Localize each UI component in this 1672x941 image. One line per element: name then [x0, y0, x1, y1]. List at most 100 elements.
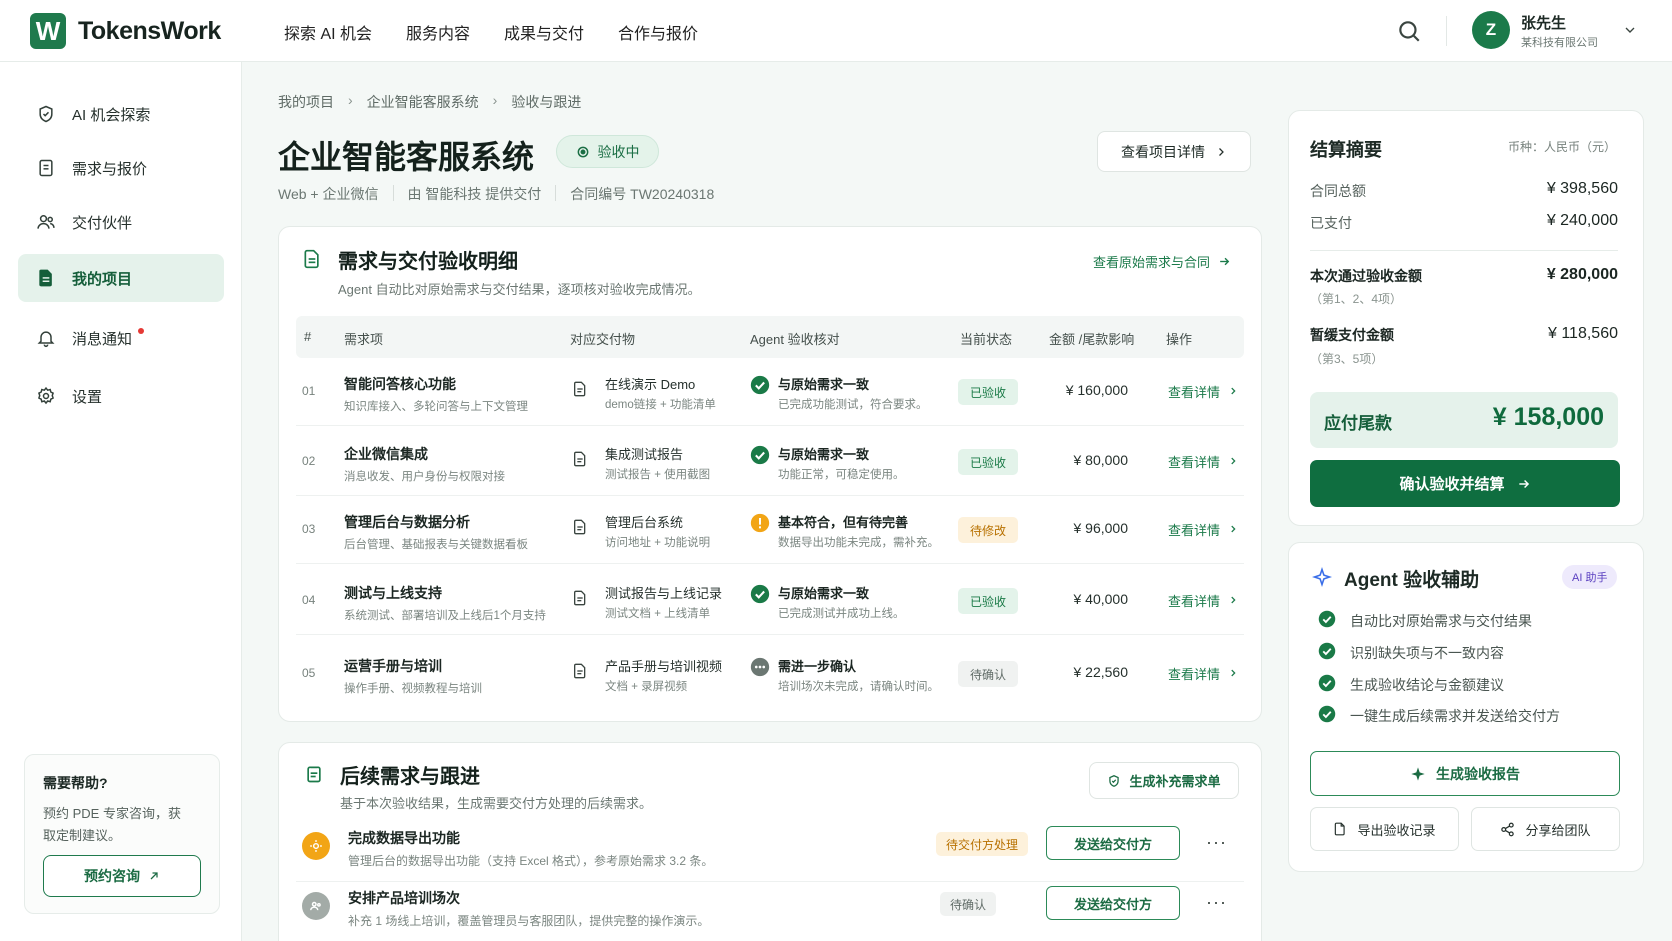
send-to-provider-button[interactable]: 发送给交付方	[1046, 886, 1180, 920]
chevron-right-icon	[1228, 522, 1238, 537]
check-note: 功能正常，可稳定使用。	[778, 469, 905, 481]
book-consult-label: 预约咨询	[84, 868, 140, 884]
team-icon	[302, 892, 330, 920]
generate-supplement-button[interactable]: 生成补充需求单	[1089, 762, 1239, 799]
confirm-settle-button[interactable]: 确认验收并结算	[1310, 460, 1620, 507]
column-header: 操作	[1166, 332, 1193, 347]
share-team-label: 分享给团队	[1525, 822, 1591, 838]
sidebar-item-notifications[interactable]: 消息通知	[18, 314, 224, 362]
agent-feature-label: 自动比对原始需求与交付结果	[1350, 612, 1532, 629]
chevron-right-icon	[1219, 147, 1224, 156]
check-circle-icon	[750, 445, 770, 465]
generate-report-label: 生成验收报告	[1436, 765, 1520, 782]
chevron-down-icon[interactable]	[1622, 22, 1638, 38]
nav-explore-ai[interactable]: 探索 AI 机会	[284, 20, 372, 44]
amount-value: ¥ 80,000	[1073, 452, 1129, 468]
breadcrumb-item[interactable]: 我的项目	[278, 92, 334, 112]
help-text: 预约 PDE 专家咨询，获取定制建议。	[43, 806, 181, 843]
view-detail-label: 查看详情	[1168, 523, 1221, 538]
view-detail-link[interactable]: 查看详情	[1168, 520, 1238, 539]
amount-due-label: 应付尾款	[1324, 414, 1392, 433]
generate-report-button[interactable]: 生成验收报告	[1310, 751, 1620, 796]
view-original-label: 查看原始需求与合同	[1093, 255, 1211, 270]
table-row: 05 运营手册与培训 操作手册、视频教程与培训 产品手册与培训视频 文档 + 录屏视频 需…	[296, 640, 1244, 708]
deliverable-title[interactable]: 产品手册与培训视频	[605, 656, 722, 675]
paid-label: 已支付	[1310, 215, 1352, 231]
sidebar-item-label: 消息通知	[72, 330, 133, 348]
more-options-icon[interactable]: ···	[1206, 832, 1227, 853]
shield-icon	[39, 105, 53, 123]
deliverable-desc: demo链接 + 功能清单	[605, 399, 716, 411]
nav-services[interactable]: 服务内容	[406, 20, 470, 44]
view-project-detail-button[interactable]: 查看项目详情	[1097, 131, 1251, 172]
ai-assistant-badge: AI 助手	[1562, 565, 1618, 589]
sidebar-item-my-projects[interactable]: 我的项目	[18, 254, 224, 302]
deliverable-title[interactable]: 测试报告与上线记录	[605, 583, 722, 602]
share-icon	[1501, 822, 1515, 836]
sidebar-item-requirements[interactable]: 需求与报价	[18, 144, 224, 192]
nav-pricing[interactable]: 合作与报价	[618, 20, 698, 44]
view-original-link[interactable]: 查看原始需求与合同	[1093, 252, 1231, 271]
agent-feature-item: 一键生成后续需求并发送给交付方	[1318, 705, 1560, 726]
sidebar-item-partners[interactable]: 交付伙伴	[18, 198, 224, 246]
status-badge: 验收中	[556, 135, 659, 168]
search-icon[interactable]	[1396, 18, 1422, 44]
column-header: 需求项	[344, 332, 384, 347]
check-result: 与原始需求一致	[778, 586, 870, 601]
passed-amount-value: ¥ 280,000	[1546, 266, 1618, 283]
column-header: Agent 验收核对	[750, 332, 840, 347]
view-detail-link[interactable]: 查看详情	[1168, 591, 1238, 610]
document-icon	[572, 589, 588, 607]
brand-name: TokensWork	[78, 16, 221, 45]
column-header: 金额 /尾款影响	[1049, 332, 1135, 347]
deliverable-desc: 测试报告 + 使用截图	[605, 469, 711, 481]
row-number: 05	[302, 666, 316, 680]
table-row: 03 管理后台与数据分析 后台管理、基础报表与关键数据看板 管理后台系统 访问地址 + …	[296, 496, 1244, 564]
amount-due-value: ¥ 158,000	[1492, 403, 1604, 431]
check-note: 已完成测试并成功上线。	[778, 608, 905, 620]
sidebar-item-label: 设置	[72, 388, 103, 406]
amount-value: ¥ 22,560	[1073, 664, 1129, 680]
breadcrumb-item[interactable]: 企业智能客服系统	[367, 92, 479, 112]
gear-icon	[37, 386, 55, 405]
target-icon	[577, 146, 588, 157]
nav-results[interactable]: 成果与交付	[504, 20, 584, 44]
agent-title: Agent 验收辅助	[1344, 570, 1480, 591]
more-options-icon[interactable]: ···	[1206, 892, 1227, 913]
users-icon	[37, 215, 55, 229]
sidebar-item-label: 我的项目	[72, 270, 133, 288]
amount-value: ¥ 160,000	[1065, 382, 1128, 398]
sidebar-item-settings[interactable]: 设置	[18, 372, 224, 420]
brand-logo[interactable]: W TokensWork	[30, 13, 221, 49]
send-to-provider-button[interactable]: 发送给交付方	[1046, 826, 1180, 860]
sidebar-item-ai-explore[interactable]: AI 机会探索	[18, 90, 224, 138]
contract-total-label: 合同总额	[1310, 183, 1366, 199]
list-item: 安排产品培训场次 补充 1 场线上培训，覆盖管理员与客服团队，提供完整的操作演示。…	[296, 882, 1244, 941]
detail-button-label: 查看项目详情	[1121, 143, 1205, 160]
check-circle-icon	[1318, 642, 1336, 663]
export-records-button[interactable]: 导出验收记录	[1310, 807, 1459, 851]
arrow-right-icon	[1518, 479, 1529, 488]
share-team-button[interactable]: 分享给团队	[1471, 807, 1620, 851]
document-icon	[572, 450, 588, 468]
column-header: #	[304, 329, 312, 344]
agent-feature-item: 识别缺失项与不一致内容	[1318, 642, 1504, 663]
followup-item-title: 完成数据导出功能	[348, 830, 460, 846]
view-detail-link[interactable]: 查看详情	[1168, 664, 1238, 683]
help-card: 需要帮助? 预约 PDE 专家咨询，获取定制建议。 预约咨询	[24, 754, 220, 914]
view-detail-link[interactable]: 查看详情	[1168, 382, 1238, 401]
deliverable-title[interactable]: 管理后台系统	[605, 512, 683, 531]
row-number: 02	[302, 454, 316, 468]
top-bar: W TokensWork 探索 AI 机会 服务内容 成果与交付 合作与报价 Z…	[0, 0, 1672, 62]
deliverable-title[interactable]: 在线演示 Demo	[605, 374, 695, 393]
deliverable-desc: 访问地址 + 功能说明	[605, 537, 711, 549]
avatar[interactable]: Z	[1472, 11, 1510, 49]
agent-feature-label: 识别缺失项与不一致内容	[1350, 644, 1504, 661]
deliverable-title[interactable]: 集成测试报告	[605, 444, 683, 463]
requirement-desc: 知识库接入、多轮问答与上下文管理	[344, 401, 528, 413]
view-detail-link[interactable]: 查看详情	[1168, 452, 1238, 471]
user-company: 某科技有限公司	[1521, 37, 1598, 49]
followup-title: 后续需求与跟进	[340, 766, 480, 788]
divider	[555, 185, 557, 201]
book-consult-button[interactable]: 预约咨询	[43, 855, 201, 897]
